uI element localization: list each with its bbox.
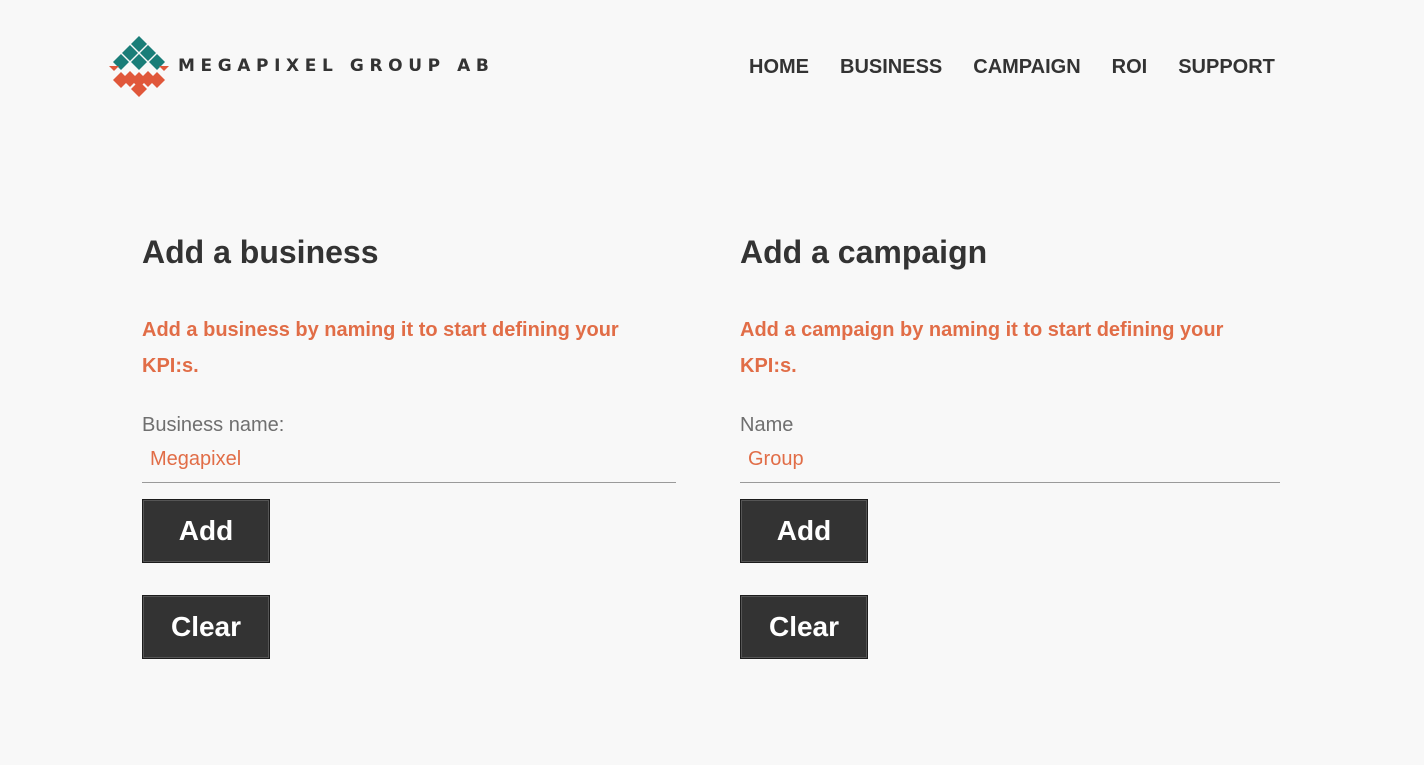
add-business-intro-line: Add a business by naming it to start def… [142, 319, 619, 341]
clear-business-button[interactable]: Clear [142, 595, 270, 659]
add-campaign-intro-line: KPI:s. [740, 355, 797, 377]
clear-campaign-button[interactable]: Clear [740, 595, 868, 659]
nav-support-link[interactable]: SUPPORT [1178, 55, 1275, 79]
brand-logo[interactable]: MEGAPIXEL GROUP AB [107, 34, 495, 98]
campaign-name-label: Name [740, 414, 794, 436]
main-nav: HOME BUSINESS CAMPAIGN ROI SUPPORT [749, 55, 1275, 79]
add-business-intro-line: KPI:s. [142, 355, 199, 377]
add-business-button[interactable]: Add [142, 499, 270, 563]
add-campaign-title: Add a campaign [740, 234, 988, 270]
business-name-input[interactable] [142, 446, 676, 483]
add-business-section: Add a business Add a business by naming … [142, 231, 676, 659]
add-campaign-button[interactable]: Add [740, 499, 868, 563]
campaign-name-input[interactable] [740, 446, 1280, 483]
diamond-tiles-logo-icon [109, 36, 169, 97]
add-business-intro: Add a business by naming it to start def… [142, 312, 676, 384]
add-campaign-intro-line: Add a campaign by naming it to start def… [740, 319, 1224, 341]
page: MEGAPIXEL GROUP AB HOME BUSINESS CAMPAIG… [0, 0, 1424, 765]
nav-business-link[interactable]: BUSINESS [840, 55, 942, 79]
nav-campaign-link[interactable]: CAMPAIGN [973, 55, 1080, 79]
add-campaign-intro: Add a campaign by naming it to start def… [740, 312, 1280, 384]
business-name-label: Business name: [142, 414, 285, 436]
add-business-title: Add a business [142, 234, 379, 270]
nav-roi-link[interactable]: ROI [1112, 55, 1148, 79]
brand-name: MEGAPIXEL GROUP AB [178, 56, 495, 76]
add-campaign-section: Add a campaign Add a campaign by naming … [740, 231, 1280, 659]
nav-home-link[interactable]: HOME [749, 55, 809, 79]
